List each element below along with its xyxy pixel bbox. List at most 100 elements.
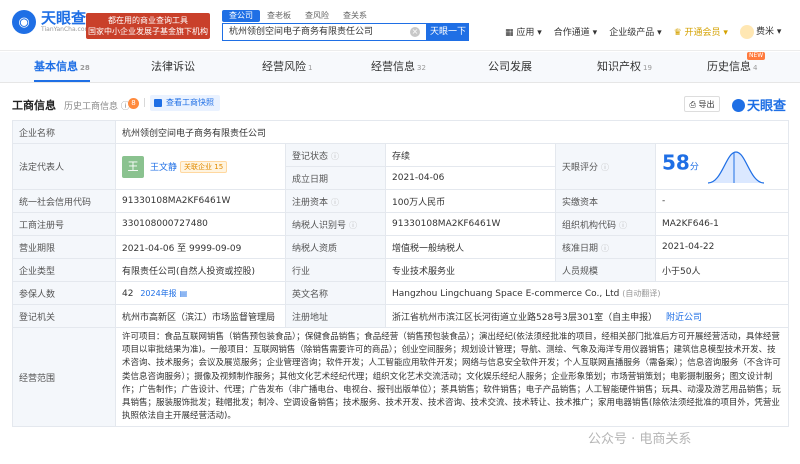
label-approval: 核准日期 ⓘ bbox=[555, 235, 656, 259]
legal-rep-avatar: 王 bbox=[122, 155, 144, 178]
type-value: 有限责任公司(自然人投资或控股) bbox=[115, 258, 286, 282]
address-cell: 浙江省杭州市滨江区长河街道立业路528号3层301室（自主申报） 附近公司 bbox=[384, 304, 790, 328]
search-input[interactable]: 杭州领创空间电子商务有限责任公司 bbox=[222, 23, 427, 41]
label-established: 成立日期 bbox=[285, 166, 386, 190]
search-tab-risk[interactable]: 查风险 bbox=[298, 10, 336, 22]
logo-eye-icon bbox=[732, 99, 745, 112]
label-company-name: 企业名称 bbox=[12, 120, 116, 144]
label-reg-no: 工商注册号 bbox=[12, 212, 116, 236]
tab-operation[interactable]: 经营信息 32 bbox=[371, 52, 426, 82]
wechat-watermark: 公众号 · 电商关系 bbox=[588, 432, 692, 447]
insured-value: 42 bbox=[122, 288, 134, 299]
auto-translate-note: (自动翻译) bbox=[622, 288, 661, 298]
legal-rep-link[interactable]: 王文静 bbox=[150, 160, 177, 173]
logo-eye-icon: ◉ bbox=[12, 10, 36, 34]
camera-icon bbox=[154, 99, 162, 107]
business-info-table: 企业名称 杭州领创空间电子商务有限责任公司 法定代表人 王 王文静 关联企业 1… bbox=[12, 120, 790, 428]
score-cell[interactable]: 58分 bbox=[654, 143, 790, 190]
brand-name: 天眼查 bbox=[41, 9, 87, 27]
label-term: 营业期限 bbox=[12, 235, 116, 259]
history-info-link[interactable]: 历史工商信息 ⓘ bbox=[64, 99, 130, 112]
brand-watermark-logo: 天眼查 bbox=[732, 95, 786, 114]
taxpayer-id-value: 91330108MA2KF6461W bbox=[385, 212, 556, 236]
nav-enterprise[interactable]: 企业级产品 ▾ bbox=[609, 25, 661, 38]
annual-report-link[interactable]: 2024年报 bbox=[140, 289, 176, 298]
staff-value: 小于50人 bbox=[654, 258, 790, 282]
search-button[interactable]: 天眼一下 bbox=[427, 23, 469, 41]
brand-url: TianYanCha.com bbox=[41, 26, 91, 33]
search-tab-company[interactable]: 查公司 bbox=[222, 10, 260, 22]
label-tax-qual: 纳税人资质 bbox=[285, 235, 386, 259]
help-icon[interactable]: ⓘ bbox=[601, 163, 609, 172]
label-legal-rep: 法定代表人 bbox=[12, 143, 116, 190]
paid-capital-value: - bbox=[654, 189, 790, 213]
brand-logo[interactable]: ◉ 天眼查 TianYanCha.com bbox=[12, 10, 90, 34]
reg-no-value: 330108000727480 bbox=[115, 212, 286, 236]
avatar-icon bbox=[739, 24, 754, 39]
new-badge: NEW bbox=[747, 52, 766, 60]
business-scope-text: 许可项目：食品互联网销售（销售预包装食品）；保健食品销售；食品经营（销售预包装食… bbox=[114, 326, 790, 428]
approval-value: 2021-04-22 bbox=[654, 235, 790, 259]
tab-development[interactable]: 公司发展 bbox=[488, 52, 534, 82]
tab-basic-info[interactable]: 基本信息 28 bbox=[34, 52, 90, 82]
label-type: 企业类型 bbox=[12, 258, 116, 282]
label-authority: 登记机关 bbox=[12, 304, 116, 328]
label-paid-capital: 实缴资本 bbox=[555, 189, 656, 213]
label-status: 登记状态 ⓘ bbox=[285, 143, 386, 167]
score-value: 58 bbox=[662, 150, 690, 174]
nearby-companies-link[interactable]: 附近公司 bbox=[666, 313, 702, 323]
label-en-name: 英文名称 bbox=[285, 281, 386, 305]
nav-vip[interactable]: ♛ 开通会员 ▾ bbox=[674, 25, 728, 38]
detail-tabs: 基本信息 28 法律诉讼 经营风险 1 经营信息 32 公司发展 知识产权 19 历史信… bbox=[0, 52, 800, 83]
label-org-code: 组织机构代码 ⓘ bbox=[555, 212, 656, 236]
company-name: 杭州领创空间电子商务有限责任公司 bbox=[114, 120, 790, 144]
legal-rep-cell: 王 王文静 关联企业 15 bbox=[115, 143, 286, 190]
org-code-value: MA2KF646-1 bbox=[654, 212, 790, 236]
help-icon[interactable]: ⓘ bbox=[619, 221, 627, 230]
established-value: 2021-04-06 bbox=[385, 166, 556, 190]
label-credit-code: 统一社会信用代码 bbox=[12, 189, 116, 213]
industry-value: 专业技术服务业 bbox=[385, 258, 556, 282]
top-bar: ◉ 天眼查 TianYanCha.com 都在用的商业查询工具 国家中小企业发展… bbox=[0, 0, 800, 51]
label-industry: 行业 bbox=[285, 258, 386, 282]
search-tab-relation[interactable]: 查关系 bbox=[336, 10, 374, 22]
chart-icon[interactable]: ▤ bbox=[180, 289, 188, 298]
en-name-cell: Hangzhou Lingchuang Space E-commerce Co.… bbox=[384, 281, 790, 305]
related-companies-badge[interactable]: 关联企业 15 bbox=[180, 160, 228, 173]
export-button[interactable]: ⎙ 导出 bbox=[684, 96, 720, 112]
en-name-value: Hangzhou Lingchuang Space E-commerce Co.… bbox=[392, 288, 620, 299]
tab-legal[interactable]: 法律诉讼 bbox=[151, 52, 197, 82]
help-icon[interactable]: ⓘ bbox=[601, 244, 609, 253]
nav-user[interactable]: 费米 ▾ bbox=[739, 24, 781, 39]
label-insured: 参保人数 bbox=[12, 281, 116, 305]
nav-partner[interactable]: 合作通道 ▾ bbox=[554, 25, 597, 38]
address-value: 浙江省杭州市滨江区长河街道立业路528号3层301室（自主申报） bbox=[392, 312, 658, 323]
history-count-badge: 8 bbox=[128, 98, 139, 109]
label-staff: 人员规模 bbox=[555, 258, 656, 282]
top-nav: ▦ 应用 ▾ 合作通道 ▾ 企业级产品 ▾ ♛ 开通会员 ▾ 费米 ▾ bbox=[505, 24, 793, 39]
clear-icon[interactable]: × bbox=[410, 27, 420, 37]
label-taxpayer-id: 纳税人识别号 ⓘ bbox=[285, 212, 386, 236]
reg-capital-value: 100万人民币 bbox=[385, 189, 556, 213]
nav-app[interactable]: ▦ 应用 ▾ bbox=[505, 25, 542, 38]
status-value: 存续 bbox=[385, 143, 556, 167]
tab-risk[interactable]: 经营风险 1 bbox=[262, 52, 312, 82]
search-mode-tabs: 查公司 查老板 查风险 查关系 bbox=[222, 10, 374, 22]
help-icon[interactable]: ⓘ bbox=[331, 152, 339, 161]
tax-qual-value: 增值税一般纳税人 bbox=[385, 235, 556, 259]
authority-value: 杭州市高新区（滨江）市场监督管理局 bbox=[115, 304, 286, 328]
label-reg-capital: 注册资本 ⓘ bbox=[285, 189, 386, 213]
slogan-banner: 都在用的商业查询工具 国家中小企业发展子基金旗下机构 bbox=[86, 13, 210, 39]
help-icon[interactable]: ⓘ bbox=[349, 221, 357, 230]
label-scope: 经营范围 bbox=[12, 326, 116, 428]
section-header: 工商信息 历史工商信息 ⓘ 8 | 查看工商快照 ⎙ 导出 天眼查 bbox=[12, 92, 788, 116]
credit-code-value: 91330108MA2KF6461W bbox=[115, 189, 286, 213]
tab-ip[interactable]: 知识产权 19 bbox=[597, 52, 652, 82]
crown-icon: ♛ bbox=[673, 27, 682, 38]
score-bell-curve-icon bbox=[707, 150, 764, 184]
snapshot-button[interactable]: 查看工商快照 bbox=[150, 95, 220, 111]
help-icon[interactable]: ⓘ bbox=[331, 198, 339, 207]
search-tab-boss[interactable]: 查老板 bbox=[260, 10, 298, 22]
label-address: 注册地址 bbox=[285, 304, 386, 328]
insured-cell: 42 2024年报 ▤ bbox=[115, 281, 286, 305]
